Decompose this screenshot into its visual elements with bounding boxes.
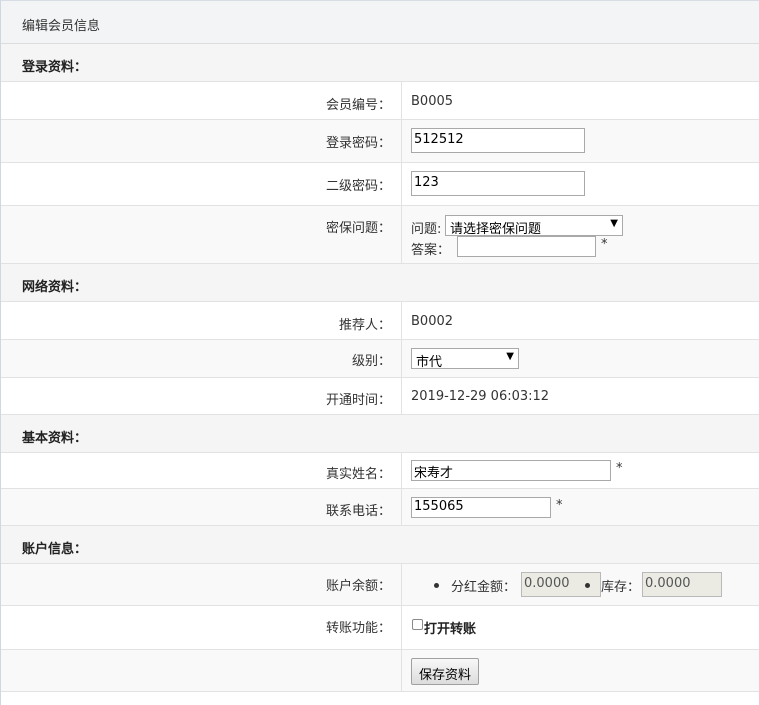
- second-password-input[interactable]: 123: [411, 171, 585, 196]
- transfer-checkbox-label[interactable]: 打开转账: [424, 618, 476, 637]
- referrer-label: 推荐人：: [338, 318, 391, 333]
- real-name-row: 真实姓名： 宋寿才 *: [1, 453, 759, 489]
- login-password-label: 登录密码：: [325, 136, 391, 151]
- security-question-selected: 请选择密保问题: [450, 222, 542, 237]
- login-password-input[interactable]: 512512: [411, 128, 585, 153]
- member-id-row: 会员编号： B0005: [1, 82, 759, 120]
- security-question-select[interactable]: 请选择密保问题 ▼: [445, 215, 623, 237]
- security-answer-input[interactable]: [457, 236, 596, 257]
- section-basic-label: 基本资料：: [22, 431, 88, 446]
- member-id-cell: B0005: [401, 82, 453, 119]
- login-password-row: 登录密码： 512512: [1, 120, 759, 163]
- bullet-icon: [434, 583, 439, 588]
- open-time-cell: 2019-12-29 06:03:12: [401, 378, 549, 414]
- dividend-label: 分红金额：: [451, 580, 517, 595]
- bullet-icon: [585, 583, 590, 588]
- referrer-value: B0002: [411, 314, 454, 329]
- phone-cell: 155065 *: [401, 489, 563, 525]
- required-mark: *: [556, 498, 563, 513]
- security-question-row: 密保问题： 问题: 请选择密保问题 ▼ 答案： *: [1, 206, 759, 264]
- section-account-label: 账户信息：: [22, 542, 88, 557]
- login-password-cell: 512512: [401, 120, 585, 162]
- section-login-label: 登录资料：: [22, 60, 88, 75]
- balance-cell: 分红金额： 0.0000 库存： 0.0000: [401, 564, 722, 605]
- phone-input[interactable]: 155065: [411, 497, 551, 518]
- balance-label: 账户余额：: [325, 579, 391, 594]
- section-login: 登录资料：: [1, 44, 759, 82]
- transfer-cell: 打开转账: [401, 606, 476, 649]
- answer-label: 答案：: [411, 243, 451, 258]
- level-row: 级别： 市代 ▼: [1, 340, 759, 378]
- real-name-label: 真实姓名：: [325, 467, 391, 482]
- triangle-down-icon: ▼: [610, 218, 618, 229]
- level-label: 级别：: [351, 354, 391, 369]
- required-mark: *: [601, 237, 608, 252]
- transfer-label: 转账功能：: [325, 621, 391, 636]
- triangle-down-icon: ▼: [506, 351, 514, 362]
- question-label: 问题:: [411, 222, 442, 237]
- transfer-row: 转账功能： 打开转账: [1, 606, 759, 650]
- level-select[interactable]: 市代 ▼: [411, 348, 519, 370]
- referrer-cell: B0002: [401, 302, 453, 339]
- open-time-value: 2019-12-29 06:03:12: [411, 389, 550, 404]
- second-password-cell: 123: [401, 163, 585, 205]
- section-basic: 基本资料：: [1, 415, 759, 453]
- save-row: 保存资料: [1, 650, 759, 692]
- phone-row: 联系电话： 155065 *: [1, 489, 759, 526]
- open-time-row: 开通时间： 2019-12-29 06:03:12: [1, 378, 759, 415]
- section-network-label: 网络资料：: [22, 280, 88, 295]
- referrer-row: 推荐人： B0002: [1, 302, 759, 340]
- security-question-cell: 问题: 请选择密保问题 ▼ 答案： *: [401, 206, 623, 263]
- real-name-input[interactable]: 宋寿才: [411, 460, 611, 481]
- security-question-label: 密保问题：: [325, 221, 391, 236]
- stock-field: 0.0000: [642, 572, 722, 597]
- real-name-cell: 宋寿才 *: [401, 453, 623, 488]
- panel-title: 编辑会员信息: [22, 19, 101, 34]
- member-id-label: 会员编号：: [325, 98, 391, 113]
- edit-member-panel: 编辑会员信息 登录资料： 会员编号： B0005 登录密码： 512512 二级…: [0, 0, 759, 705]
- save-button[interactable]: 保存资料: [411, 658, 480, 685]
- save-cell: 保存资料: [401, 650, 480, 691]
- level-selected: 市代: [416, 355, 443, 370]
- required-mark: *: [616, 461, 623, 476]
- phone-label: 联系电话：: [325, 504, 391, 519]
- section-account: 账户信息：: [1, 526, 759, 564]
- stock-label: 库存：: [601, 580, 641, 595]
- balance-row: 账户余额： 分红金额： 0.0000 库存： 0.0000: [1, 564, 759, 606]
- open-time-label: 开通时间：: [325, 393, 391, 408]
- level-cell: 市代 ▼: [401, 340, 519, 377]
- second-password-label: 二级密码：: [325, 179, 391, 194]
- member-id-value: B0005: [411, 94, 454, 109]
- second-password-row: 二级密码： 123: [1, 163, 759, 206]
- panel-header: 编辑会员信息: [1, 1, 759, 44]
- transfer-checkbox[interactable]: [412, 619, 423, 630]
- section-network: 网络资料：: [1, 264, 759, 302]
